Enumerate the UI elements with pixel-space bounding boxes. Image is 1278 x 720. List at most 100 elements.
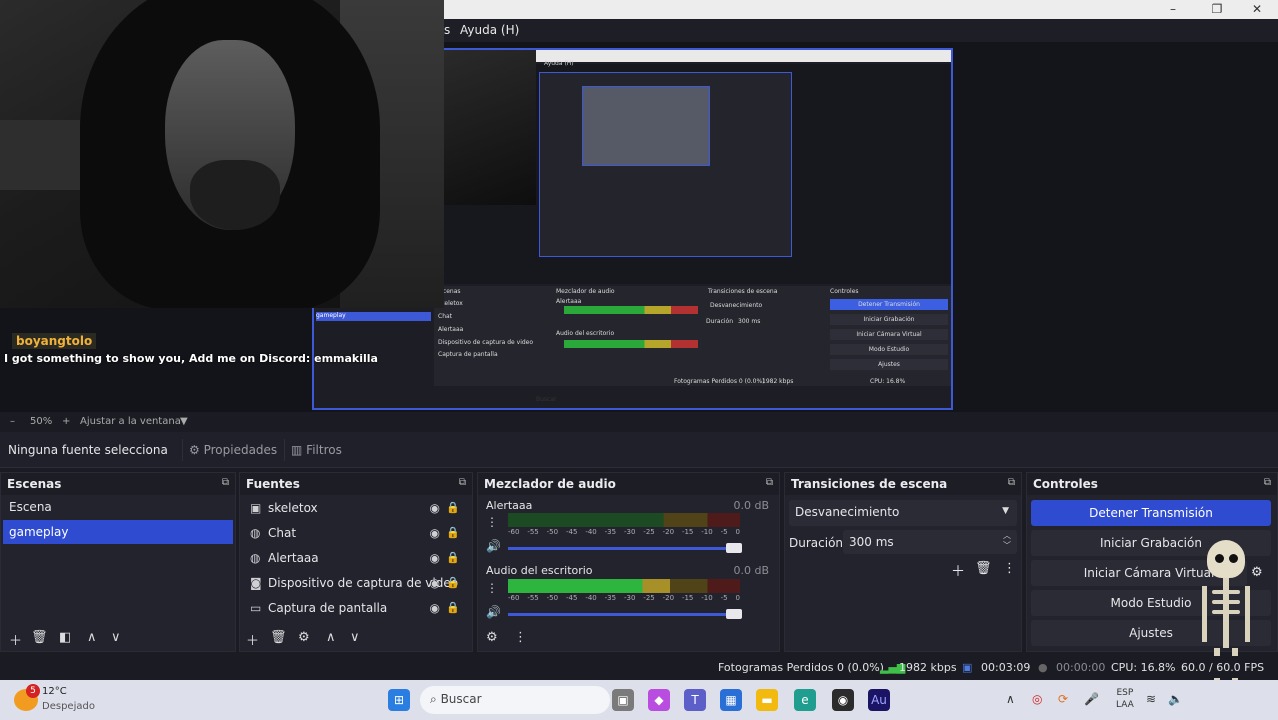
- source-item[interactable]: ◍ Chat ◉ 🔒: [242, 521, 470, 545]
- wifi-icon[interactable]: ≋: [1146, 692, 1156, 706]
- close-button[interactable]: ✕: [1238, 0, 1276, 19]
- minimize-button[interactable]: –: [1154, 0, 1192, 19]
- duration-input[interactable]: 300 ms ︿ ﹀: [843, 530, 1017, 554]
- webcam-shelf: [0, 120, 80, 190]
- channel-db: 0.0 dB: [733, 564, 769, 577]
- file-explorer-icon[interactable]: ▬: [756, 689, 778, 711]
- speaker-icon[interactable]: 🔊: [486, 605, 501, 619]
- maximize-button[interactable]: ❐: [1198, 0, 1236, 19]
- zoom-in-button[interactable]: +: [62, 416, 70, 427]
- copilot-icon[interactable]: ◆: [648, 689, 670, 711]
- channel-menu-icon[interactable]: ⋮: [486, 515, 498, 529]
- teams-icon[interactable]: T: [684, 689, 706, 711]
- obs-icon[interactable]: ◉: [832, 689, 854, 711]
- source-item[interactable]: ▣ skeletox ◉ 🔒: [242, 496, 470, 520]
- tray-sync-icon[interactable]: ⟳: [1058, 692, 1068, 706]
- vu-tick-label: -35: [604, 594, 617, 602]
- undock-icon[interactable]: ⧉: [222, 477, 229, 488]
- scene-item-gameplay[interactable]: gameplay: [3, 520, 233, 544]
- lock-icon[interactable]: 🔒: [446, 596, 460, 620]
- move-down-button[interactable]: ∨: [111, 630, 121, 645]
- undock-icon[interactable]: ⧉: [766, 477, 773, 488]
- transition-menu-icon[interactable]: ⋮: [1003, 561, 1016, 576]
- lock-icon[interactable]: 🔒: [446, 571, 460, 595]
- nested-btn-studio: Modo Estudio: [830, 344, 948, 355]
- chevron-up-icon[interactable]: ∧: [1006, 692, 1015, 706]
- eye-icon[interactable]: ◉: [430, 596, 440, 620]
- vu-tick-label: -10: [701, 594, 713, 602]
- zoom-dropdown-icon[interactable]: ▼: [180, 416, 188, 427]
- language-indicator[interactable]: ESP LAA: [1116, 687, 1134, 711]
- remove-transition-button[interactable]: 🗑: [975, 561, 992, 576]
- channel-menu-icon[interactable]: ⋮: [486, 581, 498, 595]
- store-icon[interactable]: ▦: [720, 689, 742, 711]
- source-item[interactable]: ◍ Alertaaa ◉ 🔒: [242, 546, 470, 570]
- eye-icon[interactable]: ◉: [430, 546, 440, 570]
- zoom-fit[interactable]: Ajustar a la ventana: [80, 416, 181, 427]
- add-source-button[interactable]: ＋: [246, 630, 259, 649]
- add-transition-button[interactable]: ＋: [951, 561, 965, 581]
- vu-tick-label: 0: [735, 528, 740, 536]
- vu-tick-label: -55: [527, 594, 539, 602]
- eye-icon[interactable]: ◉: [430, 571, 440, 595]
- taskbar-search[interactable]: ⌕ Buscar: [420, 686, 610, 714]
- advanced-audio-icon[interactable]: ⚙: [486, 630, 498, 645]
- move-down-button[interactable]: ∨: [350, 630, 360, 645]
- menu-help[interactable]: Ayuda (H): [460, 23, 519, 37]
- record-icon: ●: [1038, 661, 1048, 674]
- remove-scene-button[interactable]: 🗑: [31, 630, 48, 645]
- lock-icon[interactable]: 🔒: [446, 496, 460, 520]
- speaker-icon[interactable]: 🔊: [486, 539, 501, 553]
- lang-bottom: LAA: [1116, 700, 1134, 710]
- menu-fragment[interactable]: s: [444, 23, 450, 37]
- undock-icon[interactable]: ⧉: [1264, 477, 1271, 488]
- browser-icon: ◍: [250, 551, 261, 565]
- lock-icon[interactable]: 🔒: [446, 521, 460, 545]
- source-item[interactable]: ▭ Captura de pantalla ◉ 🔒: [242, 596, 470, 620]
- add-scene-button[interactable]: ＋: [9, 630, 22, 649]
- filters-icon[interactable]: ◧: [59, 630, 71, 645]
- controls-title: Controles: [1033, 477, 1098, 491]
- source-properties-icon[interactable]: ⚙: [298, 630, 310, 645]
- stop-stream-button[interactable]: Detener Transmisión: [1031, 500, 1271, 526]
- scenes-dock: Escenas ⧉ Escena gameplay ＋ 🗑 ◧ ∧ ∨: [0, 472, 236, 652]
- volume-knob[interactable]: [726, 543, 742, 553]
- eye-icon[interactable]: ◉: [430, 521, 440, 545]
- edge-icon[interactable]: e: [794, 689, 816, 711]
- task-view-icon[interactable]: ▣: [612, 689, 634, 711]
- microphone-icon[interactable]: 🎤: [1084, 692, 1099, 706]
- volume-slider[interactable]: [508, 543, 742, 553]
- zoom-out-button[interactable]: –: [10, 416, 15, 427]
- audition-icon[interactable]: Au: [868, 689, 890, 711]
- spinner-icon[interactable]: ︿ ﹀: [1003, 531, 1011, 551]
- move-up-button[interactable]: ∧: [87, 630, 97, 645]
- transition-select[interactable]: Desvanecimiento ▼: [789, 500, 1017, 526]
- nested-source-5: Captura de pantalla: [438, 351, 498, 358]
- title-bar: – ❐ ✕: [444, 0, 1278, 19]
- source-item[interactable]: ◙ Dispositivo de captura de video ◉ 🔒: [242, 571, 470, 595]
- controls-header: Controles ⧉: [1027, 473, 1277, 495]
- windows-start-icon[interactable]: ⊞: [388, 689, 410, 711]
- volume-slider[interactable]: [508, 609, 742, 619]
- eye-icon[interactable]: ◉: [430, 496, 440, 520]
- scene-item-escena[interactable]: Escena: [3, 495, 233, 519]
- tray-app-icon[interactable]: ◎: [1032, 692, 1042, 706]
- move-up-button[interactable]: ∧: [326, 630, 336, 645]
- filters-button[interactable]: ▥ Filtros: [284, 439, 348, 461]
- nested-source-4: Dispositivo de captura de video: [438, 339, 534, 346]
- scene-label: gameplay: [9, 525, 69, 539]
- mixer-menu-icon[interactable]: ⋮: [514, 630, 527, 645]
- remove-source-button[interactable]: 🗑: [270, 630, 287, 645]
- weather-temp: 12°C: [42, 686, 67, 697]
- mixer-title: Mezclador de audio: [484, 477, 616, 491]
- volume-knob[interactable]: [726, 609, 742, 619]
- nested-status-dropped: Fotogramas Perdidos 0 (0.0%): [674, 378, 765, 385]
- properties-button[interactable]: ⚙ Propiedades: [182, 439, 283, 461]
- lock-icon[interactable]: 🔒: [446, 546, 460, 570]
- undock-icon[interactable]: ⧉: [459, 477, 466, 488]
- transition-value: Desvanecimiento: [795, 505, 900, 519]
- nested-meter-2: [564, 340, 698, 348]
- undock-icon[interactable]: ⧉: [1008, 477, 1015, 488]
- source-label: skeletox: [268, 501, 318, 515]
- volume-icon[interactable]: 🔈: [1168, 692, 1183, 706]
